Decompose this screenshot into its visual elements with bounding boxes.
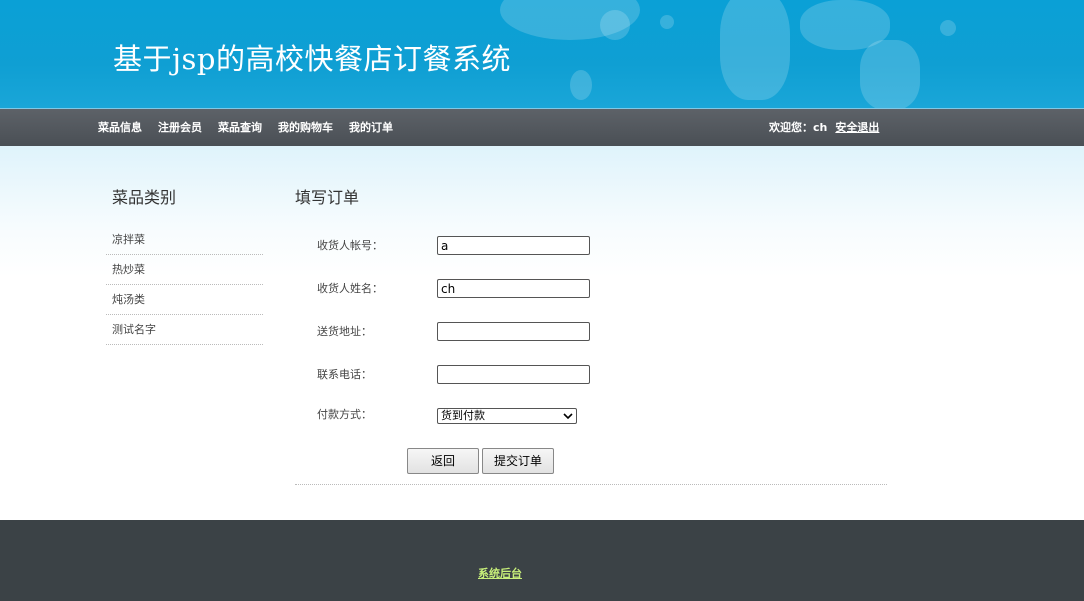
- footer: 系统后台: [0, 520, 1084, 601]
- name-label: 收货人姓名：: [317, 282, 383, 295]
- back-button[interactable]: 返回: [407, 448, 479, 474]
- nav-link-dish-info[interactable]: 菜品信息: [98, 119, 142, 135]
- order-form-panel: 填写订单 收货人帐号： 收货人姓名： 送货地址： 联系电话： 付款方式： 货到付…: [295, 184, 887, 485]
- banner-splash-decoration: [720, 0, 790, 100]
- admin-backend-link[interactable]: 系统后台: [478, 565, 522, 581]
- banner-splash-decoration: [860, 40, 920, 108]
- form-divider: [295, 484, 887, 485]
- account-label: 收货人帐号：: [317, 239, 383, 252]
- user-area: 欢迎您：ch 安全退出: [769, 109, 879, 145]
- name-row: 收货人姓名：: [317, 279, 877, 299]
- category-item-test[interactable]: 测试名字: [106, 315, 263, 345]
- nav-link-cart[interactable]: 我的购物车: [278, 119, 333, 135]
- payment-selected-value: 货到付款: [441, 409, 485, 422]
- category-item-stir-fry[interactable]: 热炒菜: [106, 255, 263, 285]
- nav-links: 菜品信息 注册会员 菜品查询 我的购物车 我的订单: [98, 109, 409, 145]
- payment-select[interactable]: 货到付款: [437, 408, 577, 424]
- address-input[interactable]: [437, 322, 590, 341]
- category-item-cold-dishes[interactable]: 凉拌菜: [106, 225, 263, 255]
- phone-row: 联系电话：: [317, 365, 877, 385]
- category-sidebar: 菜品类别 凉拌菜 热炒菜 炖汤类 测试名字: [106, 184, 263, 345]
- category-item-soups[interactable]: 炖汤类: [106, 285, 263, 315]
- banner-splash-decoration: [660, 15, 674, 29]
- address-row: 送货地址：: [317, 322, 877, 342]
- account-row: 收货人帐号：: [317, 236, 877, 256]
- nav-link-my-orders[interactable]: 我的订单: [349, 119, 393, 135]
- payment-label: 付款方式：: [317, 408, 372, 421]
- nav-link-dish-search[interactable]: 菜品查询: [218, 119, 262, 135]
- chevron-down-icon: [563, 413, 573, 420]
- payment-row: 付款方式： 货到付款: [317, 406, 877, 426]
- name-input[interactable]: [437, 279, 590, 298]
- banner-splash-decoration: [570, 70, 592, 100]
- address-label: 送货地址：: [317, 325, 372, 338]
- phone-label: 联系电话：: [317, 368, 372, 381]
- nav-link-register[interactable]: 注册会员: [158, 119, 202, 135]
- site-title: 基于jsp的高校快餐店订餐系统: [113, 42, 511, 76]
- form-title: 填写订单: [295, 188, 360, 207]
- submit-order-button[interactable]: 提交订单: [482, 448, 554, 474]
- sidebar-title: 菜品类别: [112, 188, 177, 207]
- welcome-text: 欢迎您：ch: [769, 121, 828, 134]
- main-navbar: 菜品信息 注册会员 菜品查询 我的购物车 我的订单 欢迎您：ch 安全退出: [0, 108, 1084, 146]
- banner-splash-decoration: [940, 20, 956, 36]
- account-input[interactable]: [437, 236, 590, 255]
- banner-splash-decoration: [600, 10, 630, 40]
- phone-input[interactable]: [437, 365, 590, 384]
- logout-link[interactable]: 安全退出: [835, 119, 879, 135]
- header-banner: 基于jsp的高校快餐店订餐系统: [0, 0, 1084, 108]
